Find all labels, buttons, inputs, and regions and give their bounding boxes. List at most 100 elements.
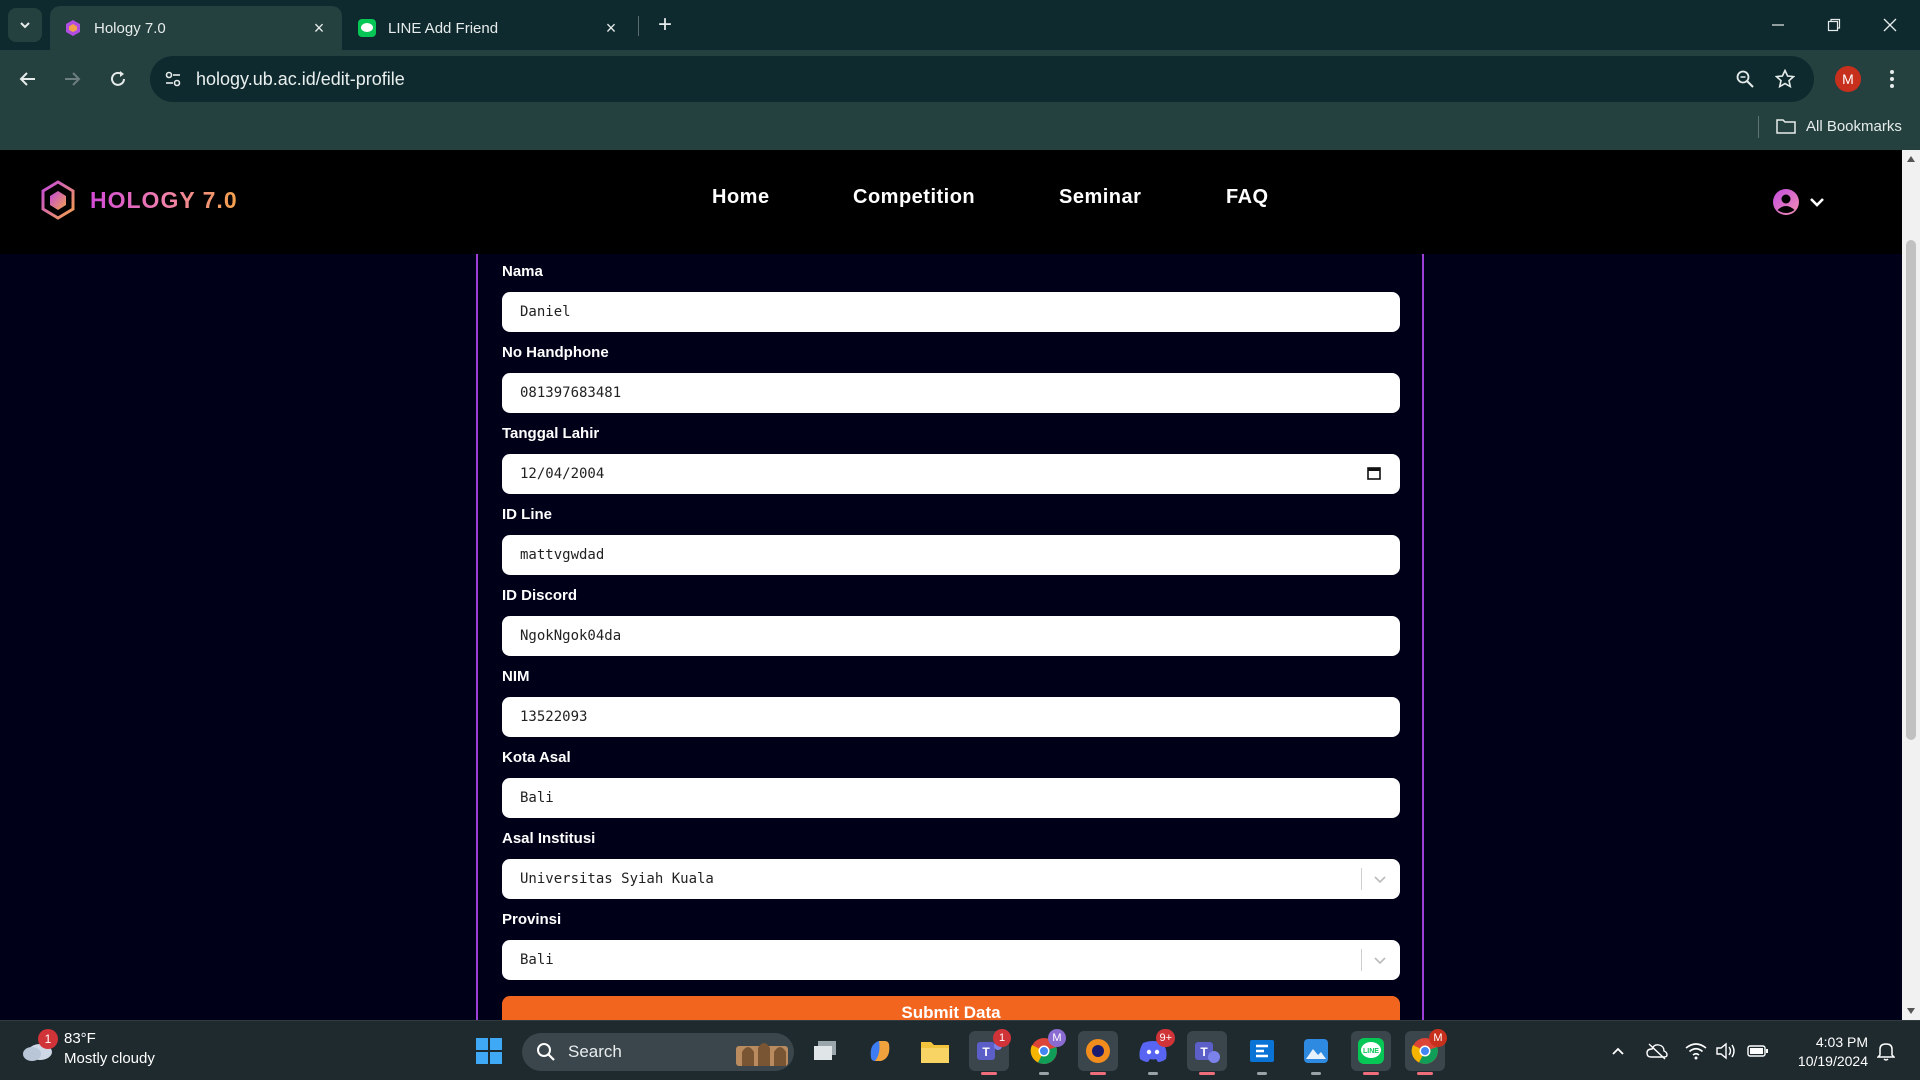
field-provinsi: Provinsi Bali: [502, 910, 1400, 980]
clock-time: 4:03 PM: [1815, 1034, 1868, 1050]
arrow-left-icon: [19, 72, 35, 86]
restore-button[interactable]: [1806, 0, 1862, 50]
nav-faq[interactable]: FAQ: [1226, 186, 1269, 209]
zoom-icon[interactable]: [1732, 66, 1758, 92]
minimize-icon: [1772, 24, 1784, 26]
field-nama: Nama Daniel: [502, 262, 1400, 332]
nav-competition[interactable]: Competition: [853, 186, 975, 209]
notifications-button[interactable]: [1874, 1039, 1898, 1063]
chevron-down-icon: [20, 22, 30, 29]
close-icon: [1883, 18, 1897, 32]
all-bookmarks-label: All Bookmarks: [1806, 117, 1902, 135]
reload-icon: [111, 71, 125, 86]
new-tab-button[interactable]: +: [650, 10, 680, 40]
line-app-button[interactable]: LINE: [1351, 1031, 1391, 1075]
field-tanggal-lahir: Tanggal Lahir 12/04/2004: [502, 424, 1400, 494]
page-scrollbar[interactable]: [1902, 150, 1920, 1020]
field-no-handphone: No Handphone 081397683481: [502, 343, 1400, 413]
province-select[interactable]: Bali: [502, 940, 1400, 980]
system-clock[interactable]: 4:03 PM 10/19/2024: [1784, 1033, 1868, 1071]
start-button[interactable]: [469, 1031, 509, 1071]
close-icon[interactable]: ×: [602, 18, 620, 38]
field-label: ID Line: [502, 506, 553, 523]
discord-id-input[interactable]: NgokNgok04da: [502, 616, 1400, 656]
nav-home[interactable]: Home: [712, 186, 770, 209]
svg-text:T: T: [982, 1045, 990, 1059]
birthdate-value: 12/04/2004: [520, 466, 605, 482]
battery-icon[interactable]: [1746, 1039, 1770, 1063]
field-nim: NIM 13522093: [502, 667, 1400, 737]
submit-data-button[interactable]: Submit Data: [502, 996, 1400, 1020]
chevron-down-icon[interactable]: [1372, 871, 1388, 887]
calendar-icon[interactable]: [1366, 465, 1382, 481]
field-label: Asal Institusi: [502, 830, 596, 847]
account-menu[interactable]: [1772, 188, 1826, 216]
minimize-button[interactable]: [1750, 0, 1806, 50]
folder-icon: [1776, 119, 1796, 134]
svg-text:LINE: LINE: [1363, 1048, 1379, 1055]
file-explorer-button[interactable]: [915, 1031, 955, 1071]
profile-avatar[interactable]: M: [1835, 66, 1861, 92]
nim-input[interactable]: 13522093: [502, 697, 1400, 737]
url-text[interactable]: hology.ub.ac.id/edit-profile: [196, 66, 405, 92]
onedrive-offline-icon[interactable]: [1645, 1039, 1669, 1063]
wifi-icon[interactable]: [1684, 1039, 1708, 1063]
discord-badge: 9+: [1156, 1029, 1175, 1047]
taskbar-search[interactable]: Search: [522, 1033, 794, 1071]
field-id-line: ID Line mattvgwdad: [502, 505, 1400, 575]
edit-profile-form: Nama Daniel No Handphone 081397683481 Ta…: [476, 254, 1424, 1020]
back-button[interactable]: [12, 63, 44, 95]
scroll-up-icon[interactable]: [1906, 154, 1916, 164]
reload-button[interactable]: [102, 63, 134, 95]
tab-title: LINE Add Friend: [388, 19, 499, 37]
search-label: Search: [568, 1042, 622, 1061]
discord-button[interactable]: 9+: [1133, 1029, 1175, 1075]
windows-taskbar: 1 83°F Mostly cloudy Search T 1 M 9+ T L…: [0, 1020, 1920, 1080]
weather-desc: Mostly cloudy: [64, 1050, 155, 1067]
line-id-input[interactable]: mattvgwdad: [502, 535, 1400, 575]
tab-line-add-friend[interactable]: LINE Add Friend ×: [344, 6, 634, 50]
chevron-down-icon[interactable]: [1372, 952, 1388, 968]
phone-input[interactable]: 081397683481: [502, 373, 1400, 413]
scroll-thumb[interactable]: [1906, 240, 1916, 740]
running-indicator: [1257, 1072, 1267, 1075]
scroll-down-icon[interactable]: [1906, 1006, 1916, 1016]
volume-icon[interactable]: [1714, 1039, 1738, 1063]
birthdate-input[interactable]: 12/04/2004: [502, 454, 1400, 494]
city-input[interactable]: Bali: [502, 778, 1400, 818]
running-indicator: [1039, 1072, 1049, 1075]
photos-app-button[interactable]: [1296, 1031, 1336, 1075]
field-label: NIM: [502, 668, 530, 685]
teams-chat-button[interactable]: T: [1187, 1031, 1227, 1075]
chrome-button[interactable]: M: [1405, 1029, 1447, 1075]
site-info-icon[interactable]: [160, 66, 186, 92]
bell-icon: [1877, 1043, 1895, 1061]
running-indicator: [1199, 1072, 1215, 1075]
nama-input[interactable]: Daniel: [502, 292, 1400, 332]
running-indicator: [1417, 1072, 1433, 1075]
tab-hology[interactable]: Hology 7.0 ×: [50, 6, 342, 50]
nav-seminar[interactable]: Seminar: [1059, 186, 1141, 209]
tab-separator: [638, 16, 639, 36]
orange-app-button[interactable]: [1078, 1031, 1118, 1075]
browser-menu-button[interactable]: [1880, 64, 1904, 94]
forward-button[interactable]: [56, 63, 88, 95]
weather-alert-badge: 1: [38, 1029, 58, 1049]
svg-text:T: T: [1200, 1045, 1208, 1059]
tab-search-button[interactable]: [8, 8, 42, 42]
user-avatar-icon: [1773, 189, 1799, 215]
close-icon[interactable]: ×: [310, 18, 328, 38]
institution-select[interactable]: Universitas Syiah Kuala: [502, 859, 1400, 899]
copilot-button[interactable]: [860, 1031, 900, 1071]
all-bookmarks-button[interactable]: All Bookmarks: [1776, 114, 1902, 138]
weather-widget[interactable]: 1 83°F Mostly cloudy: [20, 1029, 155, 1069]
task-view-button[interactable]: [806, 1031, 846, 1071]
chrome-profile-button[interactable]: M: [1024, 1029, 1066, 1075]
select-separator: [1361, 868, 1362, 890]
line-icon: [358, 19, 376, 37]
teams-button[interactable]: T 1: [969, 1029, 1011, 1075]
show-hidden-icons-button[interactable]: [1606, 1039, 1630, 1063]
remote-app-button[interactable]: [1242, 1031, 1282, 1075]
bookmark-star-icon[interactable]: [1772, 66, 1798, 92]
close-window-button[interactable]: [1862, 0, 1918, 50]
